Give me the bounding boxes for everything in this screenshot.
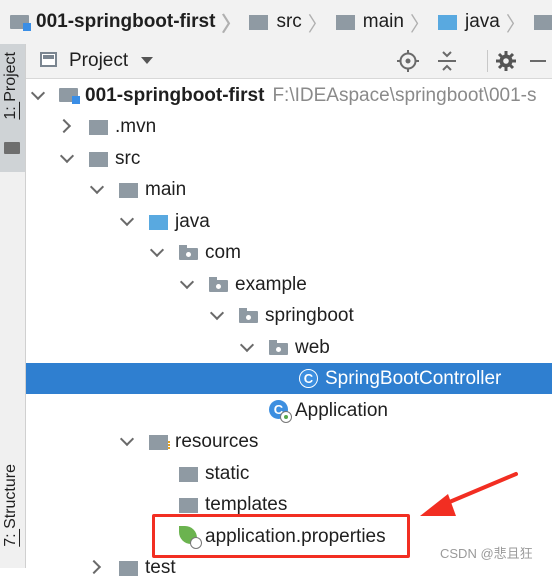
annotation-arrow-icon: [420, 472, 518, 516]
watermark: CSDN @悲且狂: [440, 546, 533, 561]
